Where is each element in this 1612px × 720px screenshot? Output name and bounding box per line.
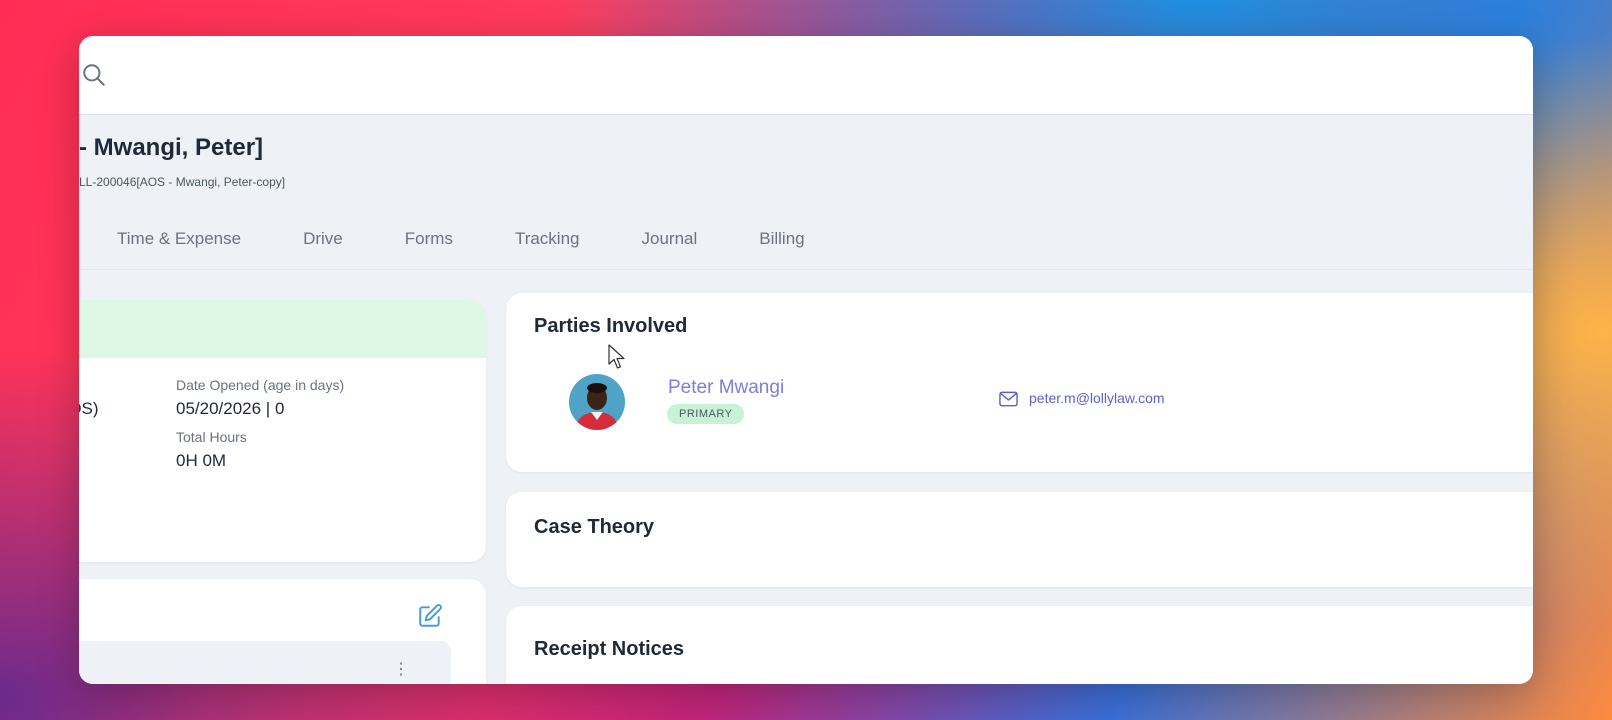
total-hours-value: 0H 0M (176, 451, 227, 470)
tab-time-expense[interactable]: Time & Expense (117, 229, 241, 249)
parties-involved-title: Parties Involved (534, 315, 688, 337)
case-summary-card: AOS) Date Opened (age in days) 05/20/202… (79, 300, 486, 562)
app-window: - Mwangi, Peter] LL-200046[AOS - Mwangi,… (79, 36, 1533, 684)
summary-card-header (79, 300, 486, 358)
tab-drive[interactable]: Drive (303, 229, 343, 249)
tab-forms[interactable]: Forms (405, 229, 453, 249)
edit-icon[interactable] (417, 603, 443, 629)
parties-involved-card: Parties Involved Peter Mwangi PRIMARY pe… (506, 293, 1533, 472)
receipt-notices-card: Receipt Notices (506, 606, 1533, 684)
tabs-divider (79, 269, 1533, 270)
more-vertical-icon[interactable]: ⋮ (393, 659, 409, 679)
primary-badge: PRIMARY (667, 404, 745, 424)
top-bar (79, 36, 1533, 115)
date-opened-label: Date Opened (age in days) (176, 377, 345, 393)
tab-billing[interactable]: Billing (759, 229, 804, 249)
case-theory-title: Case Theory (534, 516, 655, 538)
tab-bar: Time & Expense Drive Forms Tracking Jour… (117, 229, 867, 249)
tab-tracking[interactable]: Tracking (515, 229, 580, 249)
page-title: - Mwangi, Peter] (79, 134, 264, 161)
party-name-link[interactable]: Peter Mwangi (668, 377, 784, 399)
case-type-value: AOS) (79, 399, 99, 418)
date-opened-value: 05/20/2026 | 0 (176, 399, 285, 418)
tab-journal[interactable]: Journal (642, 229, 698, 249)
mouse-cursor-icon (608, 344, 625, 369)
total-hours-label: Total Hours (176, 429, 247, 445)
matter-subtitle: LL-200046[AOS - Mwangi, Peter-copy] (79, 175, 286, 189)
avatar[interactable] (569, 374, 625, 430)
party-email-link[interactable]: peter.m@lollylaw.com (1029, 390, 1165, 406)
mail-icon (999, 391, 1018, 407)
notes-card: ⋮ (79, 579, 486, 684)
receipt-notices-title: Receipt Notices (534, 638, 685, 660)
case-theory-card: Case Theory (506, 492, 1533, 587)
search-icon[interactable] (81, 62, 107, 88)
